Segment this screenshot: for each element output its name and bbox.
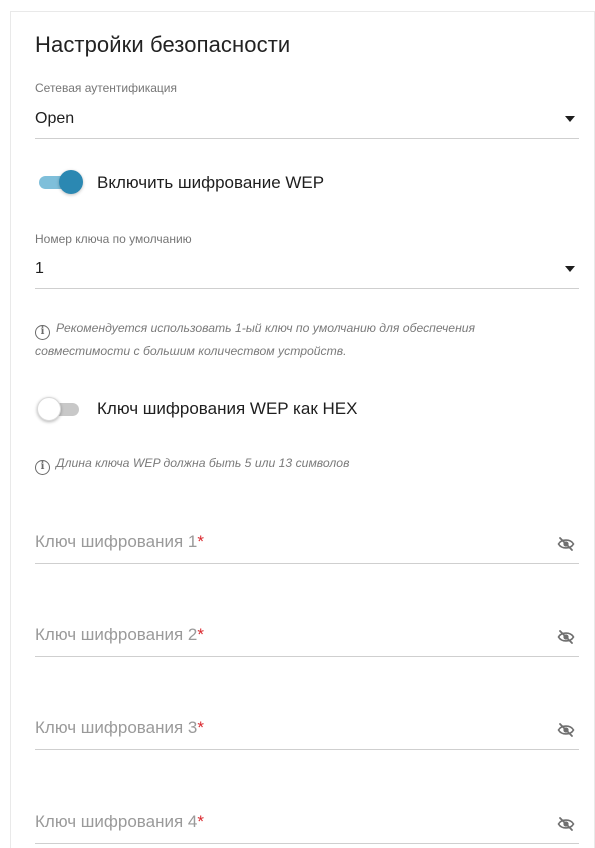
auth-select[interactable]: Open <box>35 103 579 139</box>
default-key-value: 1 <box>35 260 44 277</box>
wep-key-1-input[interactable]: Ключ шифрования 1* <box>35 524 579 564</box>
required-mark: * <box>197 718 204 737</box>
wep-key-2-input[interactable]: Ключ шифрования 2* <box>35 617 579 657</box>
default-key-hint: i Рекомендуется использовать 1-ый ключ по… <box>35 317 475 363</box>
required-mark: * <box>197 625 204 644</box>
hint-line-1: Рекомендуется использовать 1-ый ключ по … <box>56 321 476 335</box>
chevron-down-icon <box>565 266 575 272</box>
eye-off-icon[interactable] <box>557 816 575 832</box>
eye-off-icon[interactable] <box>557 722 575 738</box>
auth-value: Open <box>35 110 75 127</box>
auth-label: Сетевая аутентификация <box>35 81 177 95</box>
wep-enable-toggle[interactable] <box>39 168 83 196</box>
wep-hex-toggle[interactable] <box>37 395 83 423</box>
security-settings-panel: Настройки безопасности Сетевая аутентифи… <box>10 11 595 848</box>
chevron-down-icon <box>565 116 575 122</box>
toggle-thumb <box>59 170 83 194</box>
eye-off-icon[interactable] <box>557 536 575 552</box>
wep-hex-label: Ключ шифрования WEP как HEX <box>97 399 358 418</box>
wep-key-4-input[interactable]: Ключ шифрования 4* <box>35 804 579 844</box>
required-mark: * <box>197 532 204 551</box>
key-length-hint: i Длина ключа WEP должна быть 5 или 13 си… <box>35 452 349 475</box>
wep-key-3-placeholder: Ключ шифрования 3* <box>35 718 204 737</box>
hint-line-2: совместимости с большим количеством устр… <box>35 344 347 358</box>
section-title: Настройки безопасности <box>35 32 291 57</box>
required-mark: * <box>197 812 204 831</box>
wep-key-3-input[interactable]: Ключ шифрования 3* <box>35 710 579 750</box>
default-key-select[interactable]: 1 <box>35 253 579 289</box>
key-length-hint-text: Длина ключа WEP должна быть 5 или 13 сим… <box>56 456 350 470</box>
wep-key-4-placeholder: Ключ шифрования 4* <box>35 812 204 831</box>
eye-off-icon[interactable] <box>557 629 575 645</box>
wep-key-2-placeholder: Ключ шифрования 2* <box>35 625 204 644</box>
info-icon: i <box>35 325 50 340</box>
toggle-thumb <box>37 397 61 421</box>
default-key-label: Номер ключа по умолчанию <box>35 232 192 246</box>
wep-key-1-placeholder: Ключ шифрования 1* <box>35 532 204 551</box>
wep-enable-label: Включить шифрование WEP <box>97 173 325 192</box>
info-icon: i <box>35 460 50 475</box>
